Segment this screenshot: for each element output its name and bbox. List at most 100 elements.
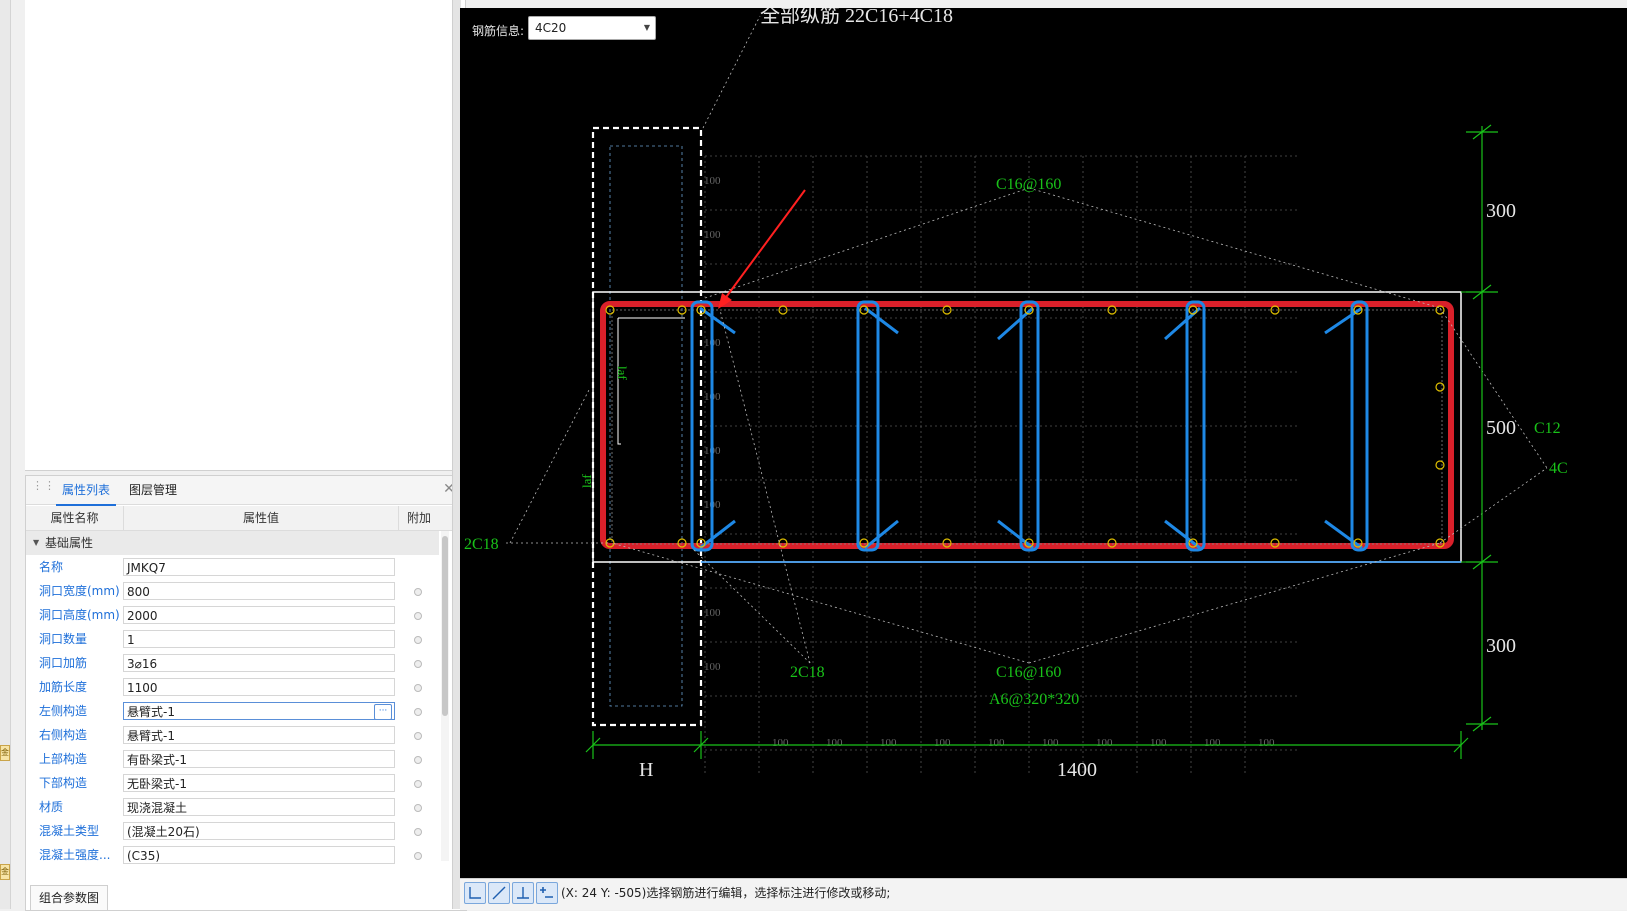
property-row[interactable]: 左侧构造 悬臂式-1 ··· xyxy=(26,699,439,723)
label-laf-vertical: laf xyxy=(615,366,630,380)
leader-line xyxy=(1439,307,1548,469)
label-dim-300-top: 300 xyxy=(1486,200,1516,222)
property-row[interactable]: 加筋长度 1100 xyxy=(26,675,439,699)
rebar-select-value: 4C20 xyxy=(535,21,567,35)
property-value-input[interactable]: 悬臂式-1 ··· xyxy=(123,702,395,720)
rebar-info-select[interactable]: 4C20 ▼ xyxy=(528,16,656,40)
extra-radio[interactable] xyxy=(414,756,422,764)
panel-tab-bar: ⋮⋮ 属性列表 图层管理 ✕ xyxy=(26,476,466,506)
property-value-input[interactable]: (混凝土20石) xyxy=(123,822,395,840)
group-basic-properties[interactable]: ▼ 基础属性 xyxy=(26,531,439,555)
leader-line xyxy=(1439,467,1548,544)
property-value-input[interactable]: (C35) xyxy=(123,846,395,864)
property-row[interactable]: 材质 现浇混凝土 xyxy=(26,795,439,819)
property-row[interactable]: 洞口高度(mm) 2000 xyxy=(26,603,439,627)
stirrup-hook xyxy=(1324,306,1363,335)
drag-grip-icon[interactable]: ⋮⋮ xyxy=(32,480,55,498)
status-text: (X: 24 Y: -505)选择钢筋进行编辑，选择标注进行修改或移动; xyxy=(561,886,891,900)
strip-mark[interactable]: 金 xyxy=(0,864,10,880)
extra-radio[interactable] xyxy=(414,660,422,668)
property-row[interactable]: 洞口数量 1 xyxy=(26,627,439,651)
property-row[interactable]: 混凝土类型 (混凝土20石) xyxy=(26,819,439,843)
callout-arrow xyxy=(723,189,806,301)
extra-radio[interactable] xyxy=(414,588,422,596)
property-value-input[interactable]: 800 xyxy=(123,582,395,600)
property-value-text: 800 xyxy=(127,585,150,599)
property-name: 材质 xyxy=(39,800,64,814)
leader-line xyxy=(509,387,591,544)
grid-label: 100 xyxy=(772,737,789,749)
property-row[interactable]: 下部构造 无卧梁式-1 xyxy=(26,771,439,795)
chevron-down-icon: ▼ xyxy=(33,538,40,547)
property-name: 加筋长度 xyxy=(39,680,88,694)
aligned-dim-button[interactable] xyxy=(488,882,510,904)
property-row[interactable]: 右侧构造 悬臂式-1 xyxy=(26,723,439,747)
leader-line xyxy=(611,542,1030,664)
tab-layers[interactable]: 图层管理 xyxy=(124,476,182,504)
header-name: 属性名称 xyxy=(26,506,124,530)
extra-radio[interactable] xyxy=(414,804,422,812)
property-name: 名称 xyxy=(39,560,64,574)
stirrup-hook xyxy=(1164,306,1201,341)
leader-line xyxy=(691,547,811,664)
corner-dim-button[interactable] xyxy=(464,882,486,904)
extra-radio[interactable] xyxy=(414,636,422,644)
preview-area xyxy=(25,0,466,471)
label-tie: A6@320*320 xyxy=(989,691,1079,708)
label-c12-right: C12 xyxy=(1534,420,1561,437)
extra-radio[interactable] xyxy=(414,684,422,692)
extra-radio[interactable] xyxy=(414,732,422,740)
tab-properties[interactable]: 属性列表 xyxy=(56,476,116,506)
drawing-canvas[interactable]: 100 100 100 100 100 100 100 100 100 100 100 100 100 1… xyxy=(460,8,1627,878)
label-dim-300-bottom: 300 xyxy=(1486,635,1516,657)
extra-radio[interactable] xyxy=(414,852,422,860)
property-value-input[interactable]: 有卧梁式-1 xyxy=(123,750,395,768)
grid-label: 100 xyxy=(704,229,721,241)
extra-radio[interactable] xyxy=(414,828,422,836)
grid-label: 100 xyxy=(988,737,1005,749)
property-value-input[interactable]: 2000 xyxy=(123,606,395,624)
property-row[interactable]: 名称 JMKQ7 xyxy=(26,555,439,579)
left-edge-strip: 金 金 xyxy=(0,0,11,909)
property-value-input[interactable]: 1 xyxy=(123,630,395,648)
stirrup-hook xyxy=(864,306,899,335)
tab-combined-params[interactable]: 组合参数图 xyxy=(30,885,108,911)
strip-mark-text: 金 xyxy=(1,867,9,876)
label-dim-h: H xyxy=(639,759,653,781)
inner-dashed xyxy=(611,309,1443,545)
scrollbar-thumb[interactable] xyxy=(442,536,448,716)
properties-scrollbar[interactable] xyxy=(441,531,449,861)
chevron-down-icon: ▼ xyxy=(643,23,650,32)
stirrup-hook xyxy=(997,306,1034,341)
extra-radio[interactable] xyxy=(414,612,422,620)
perpendicular-dim-button[interactable] xyxy=(512,882,534,904)
extra-radio[interactable] xyxy=(414,708,422,716)
property-row[interactable]: 混凝土强度... (C35) xyxy=(26,843,439,867)
property-value-input[interactable]: JMKQ7 xyxy=(123,558,395,576)
property-value-input[interactable]: 1100 xyxy=(123,678,395,696)
label-dim-1400: 1400 xyxy=(1057,759,1097,781)
property-value-text: 1 xyxy=(127,633,135,647)
extra-radio[interactable] xyxy=(414,780,422,788)
property-name: 洞口高度(mm) xyxy=(39,608,120,622)
properties-panel: ⋮⋮ 属性列表 图层管理 ✕ 属性名称 属性值 附加 ▼ 基础属性 名称 JMKQ… xyxy=(25,475,467,911)
property-value-input[interactable]: 悬臂式-1 xyxy=(123,726,395,744)
grid-label: 100 xyxy=(934,737,951,749)
leader-line xyxy=(702,15,761,129)
property-row[interactable]: 洞口加筋 3⌀16 xyxy=(26,651,439,675)
property-name: 混凝土类型 xyxy=(39,824,100,838)
grid-label: 100 xyxy=(1204,737,1221,749)
property-value-input[interactable]: 3⌀16 xyxy=(123,654,395,672)
ellipsis-button[interactable]: ··· xyxy=(374,704,392,720)
property-value-text: 1100 xyxy=(127,681,158,695)
property-value-input[interactable]: 现浇混凝土 xyxy=(123,798,395,816)
property-row[interactable]: 上部构造 有卧梁式-1 xyxy=(26,747,439,771)
outer-stirrup xyxy=(600,301,1454,549)
property-row[interactable]: 洞口宽度(mm) 800 xyxy=(26,579,439,603)
strip-mark[interactable]: 金 xyxy=(0,745,10,761)
property-value-input[interactable]: 无卧梁式-1 xyxy=(123,774,395,792)
property-value-text: 悬臂式-1 xyxy=(127,729,175,743)
rebar-point xyxy=(1435,382,1445,392)
label-2c18-left: 2C18 xyxy=(464,536,499,553)
add-dim-button[interactable] xyxy=(536,882,558,904)
